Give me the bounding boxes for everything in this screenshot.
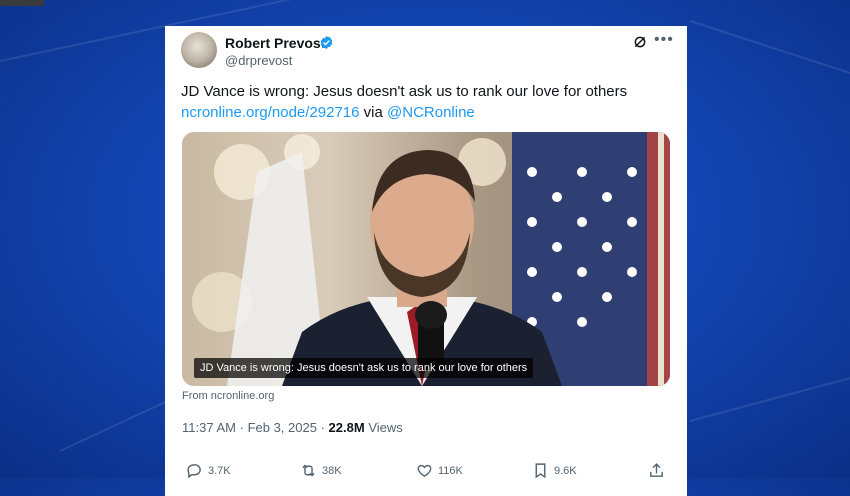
views-label: Views <box>368 420 403 435</box>
share-icon <box>650 463 663 477</box>
share-button[interactable] <box>648 462 665 479</box>
repost-count: 38K <box>322 464 342 477</box>
repost-button[interactable]: 38K <box>300 462 342 479</box>
media-caption: JD Vance is wrong: Jesus doesn't ask us … <box>194 358 534 378</box>
like-button[interactable]: 116K <box>416 462 463 479</box>
via-handle-link[interactable]: @NCRonline <box>387 104 475 121</box>
more-icon[interactable]: ••• <box>654 31 674 49</box>
reply-icon <box>187 464 201 479</box>
tweet-card: Robert Prevost @drprevost ••• JD Vance i… <box>165 26 687 496</box>
bookmark-icon <box>535 463 546 479</box>
meta-separator: · <box>239 420 244 435</box>
media-photo[interactable]: JD Vance is wrong: Jesus doesn't ask us … <box>182 132 670 386</box>
corner-overlay <box>0 0 44 6</box>
meta-separator: · <box>320 420 325 435</box>
tweet-date[interactable]: Feb 3, 2025 <box>248 420 317 435</box>
bg-stripe <box>59 399 170 452</box>
tweet-time[interactable]: 11:37 AM <box>182 420 236 435</box>
like-icon <box>417 464 432 478</box>
via-text: via <box>363 104 383 121</box>
avatar[interactable] <box>181 32 217 68</box>
tweet-text: JD Vance is wrong: Jesus doesn't ask us … <box>181 81 671 123</box>
bookmark-count: 9.6K <box>554 464 577 477</box>
link-source[interactable]: From ncronline.org <box>182 390 274 402</box>
bg-stripe <box>689 20 850 84</box>
tweet-link-line: ncronline.org/node/292716 via @NCRonline <box>181 102 671 123</box>
article-link[interactable]: ncronline.org/node/292716 <box>181 104 359 121</box>
author-name[interactable]: Robert Prevost <box>225 35 325 51</box>
tweet-body: JD Vance is wrong: Jesus doesn't ask us … <box>181 83 628 100</box>
tweet-meta: 11:37 AM · Feb 3, 2025 · 22.8M Views <box>182 420 403 435</box>
action-bar: 3.7K 38K 116K 9.6K <box>182 462 672 486</box>
views-count: 22.8M <box>328 420 365 435</box>
author-handle[interactable]: @drprevost <box>225 53 292 68</box>
bookmark-button[interactable]: 9.6K <box>532 462 577 479</box>
repost-icon <box>302 464 315 477</box>
reply-count: 3.7K <box>208 464 231 477</box>
bg-stripe <box>689 373 850 422</box>
grok-icon[interactable] <box>632 34 648 50</box>
like-count: 116K <box>438 464 463 477</box>
reply-button[interactable]: 3.7K <box>186 462 231 479</box>
verified-badge-icon <box>320 35 333 50</box>
photo-illustration <box>192 132 670 386</box>
